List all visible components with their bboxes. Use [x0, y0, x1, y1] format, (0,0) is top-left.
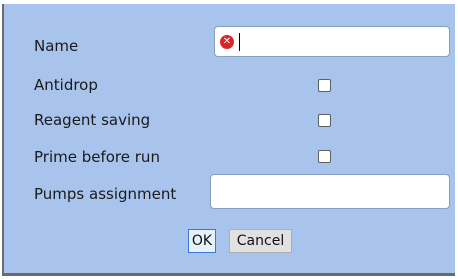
name-input[interactable]: ✕ [214, 26, 450, 57]
ok-button[interactable]: OK [188, 229, 216, 253]
dialog-panel: Name ✕ Antidrop Reagent saving Prime bef… [2, 4, 455, 276]
pumps-assignment-input[interactable] [210, 174, 450, 209]
reagent-saving-checkbox[interactable] [318, 114, 331, 127]
name-label: Name [34, 37, 79, 55]
error-x-icon: ✕ [220, 35, 234, 49]
antidrop-checkbox[interactable] [318, 79, 331, 92]
cancel-button[interactable]: Cancel [229, 229, 292, 253]
pumps-assignment-label: Pumps assignment [34, 185, 177, 203]
prime-before-run-label: Prime before run [34, 148, 160, 166]
reagent-saving-label: Reagent saving [34, 111, 151, 129]
antidrop-label: Antidrop [34, 76, 98, 94]
text-caret [239, 33, 240, 51]
prime-before-run-checkbox[interactable] [318, 150, 331, 163]
